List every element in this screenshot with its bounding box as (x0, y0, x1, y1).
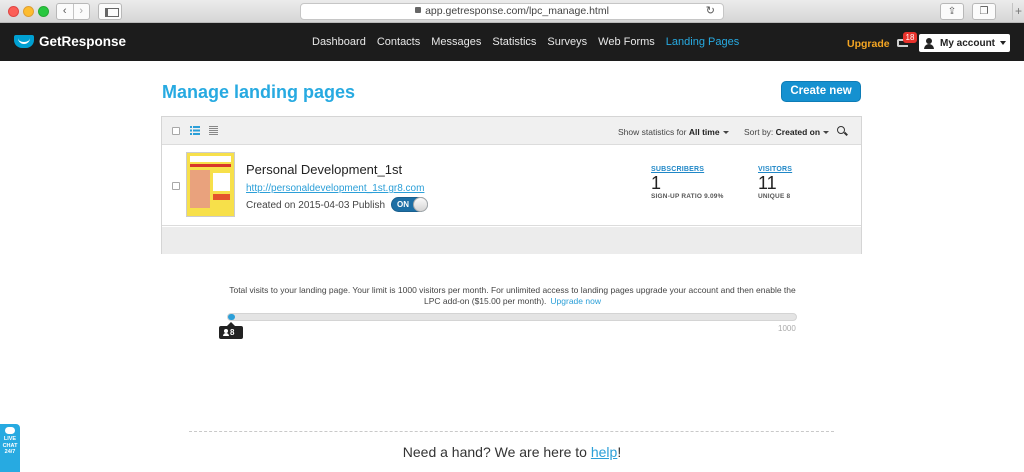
back-button[interactable]: ‹ (57, 4, 73, 19)
live-chat-line3: 24/7 (4, 449, 16, 455)
visitor-limit-note: Total visits to your landing page. Your … (220, 285, 805, 307)
nav-dashboard[interactable]: Dashboard (312, 36, 366, 48)
my-account-button[interactable]: My account (919, 34, 1010, 52)
tabs-icon[interactable]: ❐ (972, 3, 996, 20)
row-checkbox[interactable] (172, 182, 180, 190)
toggle-label: ON (397, 200, 409, 209)
brand-name: GetResponse (39, 34, 127, 49)
publish-label: Publish (352, 200, 386, 211)
user-icon (223, 329, 229, 336)
history-buttons: ‹ › (56, 3, 90, 20)
page-title: Manage landing pages (162, 82, 356, 102)
sidebar-toggle-icon[interactable] (98, 3, 122, 20)
nav-statistics[interactable]: Statistics (492, 36, 536, 48)
footer-divider (189, 431, 834, 432)
visitor-progress-bar (227, 313, 797, 321)
sort-label: Sort by: (744, 127, 774, 137)
help-prefix: Need a hand? We are here to (402, 444, 591, 460)
signup-ratio: SIGN-UP RATIO 9.09% (651, 193, 724, 200)
visitors-stat: VISITORS 11 UNIQUE 8 (758, 166, 792, 200)
nav-contacts[interactable]: Contacts (377, 36, 420, 48)
visitor-count-marker: 8 (219, 322, 243, 339)
my-account-label: My account (940, 37, 996, 49)
landing-pages-panel: Show statistics for All time Sort by: Cr… (161, 116, 862, 254)
help-link[interactable]: help (591, 444, 617, 460)
close-window-button[interactable] (8, 6, 19, 17)
visitor-progress-fill (228, 314, 235, 320)
unique-visitors: UNIQUE 8 (758, 193, 791, 200)
statistics-period-dropdown[interactable]: Show statistics for All time (618, 127, 729, 137)
subscribers-link[interactable]: SUBSCRIBERS (651, 166, 724, 173)
list-toolbar: Show statistics for All time Sort by: Cr… (162, 117, 861, 145)
upgrade-now-link[interactable]: Upgrade now (550, 296, 601, 306)
browser-chrome: ‹ › app.getresponse.com/lpc_manage.html … (0, 0, 1024, 23)
statistics-label: Show statistics for (618, 127, 687, 137)
minimize-window-button[interactable] (23, 6, 34, 17)
help-message: Need a hand? We are here to help! (0, 444, 1024, 460)
visitors-count: 11 (758, 173, 777, 193)
compact-view-icon[interactable] (209, 126, 218, 135)
help-suffix: ! (617, 444, 622, 460)
new-tab-icon[interactable]: + (1012, 3, 1024, 20)
panel-footer (162, 227, 861, 254)
notifications-button[interactable]: 18 (896, 32, 917, 49)
list-item: Personal Development_1st http://personal… (162, 145, 861, 226)
list-view-icon[interactable] (190, 126, 200, 135)
chat-bubble-icon (5, 427, 15, 434)
chevron-down-icon (823, 131, 830, 134)
chevron-down-icon (1000, 41, 1007, 45)
nav-landing-pages[interactable]: Landing Pages (666, 36, 739, 48)
created-date: Created on 2015-04-03 (246, 200, 350, 211)
create-new-button[interactable]: Create new (781, 81, 861, 102)
user-icon (924, 37, 934, 49)
search-icon[interactable] (837, 126, 845, 134)
landing-page-meta: Created on 2015-04-03 Publish (246, 200, 385, 211)
brand-logo[interactable]: GetResponse (14, 34, 126, 49)
visitors-link[interactable]: VISITORS (758, 166, 792, 173)
zoom-window-button[interactable] (38, 6, 49, 17)
landing-page-url[interactable]: http://personaldevelopment_1st.gr8.com (246, 183, 424, 194)
reload-icon[interactable]: ↻ (706, 4, 715, 19)
sort-value: Created on (775, 127, 821, 137)
publish-toggle[interactable]: ON (391, 197, 428, 212)
address-text: app.getresponse.com/lpc_manage.html (425, 5, 609, 17)
visitor-current-count: 8 (230, 328, 235, 337)
select-all-checkbox[interactable] (172, 127, 180, 135)
toggle-knob (413, 197, 428, 212)
nav-messages[interactable]: Messages (431, 36, 481, 48)
lock-icon (415, 7, 422, 13)
statistics-value: All time (688, 127, 720, 137)
limit-note-text: Total visits to your landing page. Your … (229, 285, 796, 306)
nav-surveys[interactable]: Surveys (547, 36, 587, 48)
share-icon[interactable]: ⇪ (940, 3, 964, 20)
app-header: GetResponse Dashboard Contacts Messages … (0, 23, 1024, 61)
upgrade-link[interactable]: Upgrade (847, 38, 890, 50)
chevron-down-icon (722, 131, 729, 134)
nav-web-forms[interactable]: Web Forms (598, 36, 655, 48)
sort-dropdown[interactable]: Sort by: Created on (744, 127, 830, 137)
live-chat-button[interactable]: LIVE CHAT 24/7 (0, 424, 20, 472)
getresponse-logo-icon (14, 35, 34, 48)
notification-badge: 18 (903, 32, 917, 43)
landing-page-thumbnail[interactable] (186, 152, 235, 217)
visitor-limit-max: 1000 (778, 324, 796, 333)
subscribers-stat: SUBSCRIBERS 1 SIGN-UP RATIO 9.09% (651, 166, 724, 200)
forward-button[interactable]: › (72, 4, 90, 19)
landing-page-name[interactable]: Personal Development_1st (246, 162, 402, 177)
subscribers-count: 1 (651, 173, 662, 193)
address-bar[interactable]: app.getresponse.com/lpc_manage.html ↻ (300, 3, 724, 20)
main-nav: Dashboard Contacts Messages Statistics S… (312, 23, 750, 61)
